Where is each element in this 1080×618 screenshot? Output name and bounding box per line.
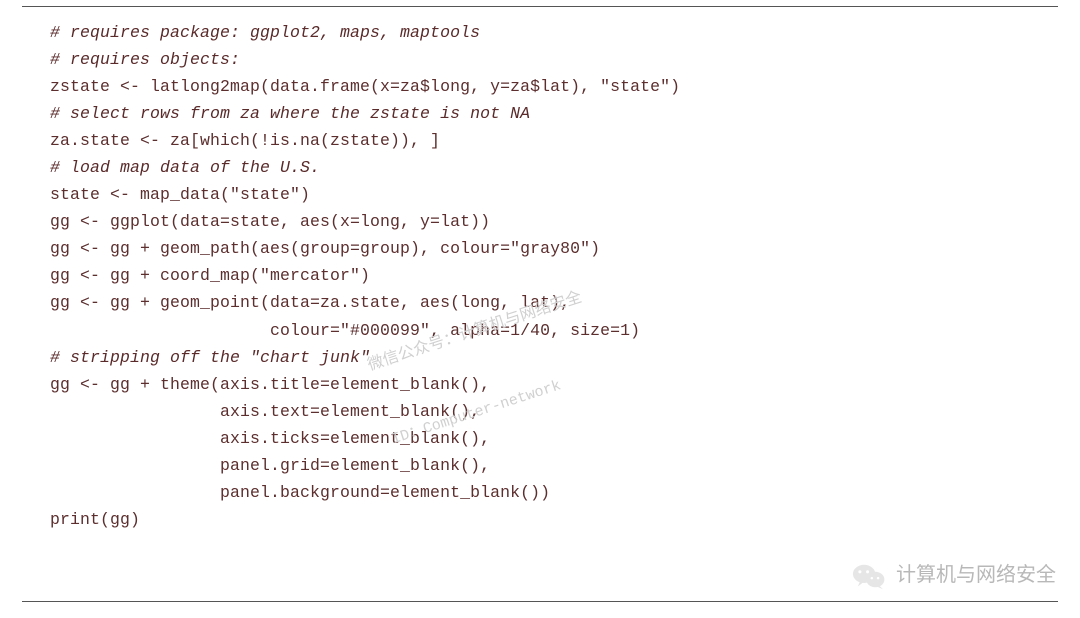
code-line-04: # select rows from za where the zstate i…	[50, 100, 1048, 127]
code-line-20: print(gg)	[50, 506, 1048, 533]
code-line-02: # requires objects:	[50, 46, 1048, 73]
code-line-05: za.state <- za[which(!is.na(zstate)), ]	[50, 127, 1048, 154]
code-block-frame: # requires package: ggplot2, maps, mapto…	[22, 6, 1058, 602]
code-line-11: gg <- gg + coord_map("mercator")	[50, 262, 1048, 289]
code-line-19: panel.background=element_blank())	[50, 479, 1048, 506]
code-line-18: panel.grid=element_blank(),	[50, 452, 1048, 479]
code-line-10: gg <- gg + geom_path(aes(group=group), c…	[50, 235, 1048, 262]
code-line-07: state <- map_data("state")	[50, 181, 1048, 208]
code-line-06: # load map data of the U.S.	[50, 154, 1048, 181]
code-line-09: gg <- ggplot(data=state, aes(x=long, y=l…	[50, 208, 1048, 235]
code-line-15: gg <- gg + theme(axis.title=element_blan…	[50, 371, 1048, 398]
code-line-16: axis.text=element_blank(),	[50, 398, 1048, 425]
code-line-03: zstate <- latlong2map(data.frame(x=za$lo…	[50, 73, 1048, 100]
code-line-12: gg <- gg + geom_point(data=za.state, aes…	[50, 289, 1048, 316]
code-line-13: colour="#000099", alpha=1/40, size=1)	[50, 317, 1048, 344]
code-line-17: axis.ticks=element_blank(),	[50, 425, 1048, 452]
code-line-14: # stripping off the "chart junk"	[50, 344, 1048, 371]
code-line-01: # requires package: ggplot2, maps, mapto…	[50, 19, 1048, 46]
